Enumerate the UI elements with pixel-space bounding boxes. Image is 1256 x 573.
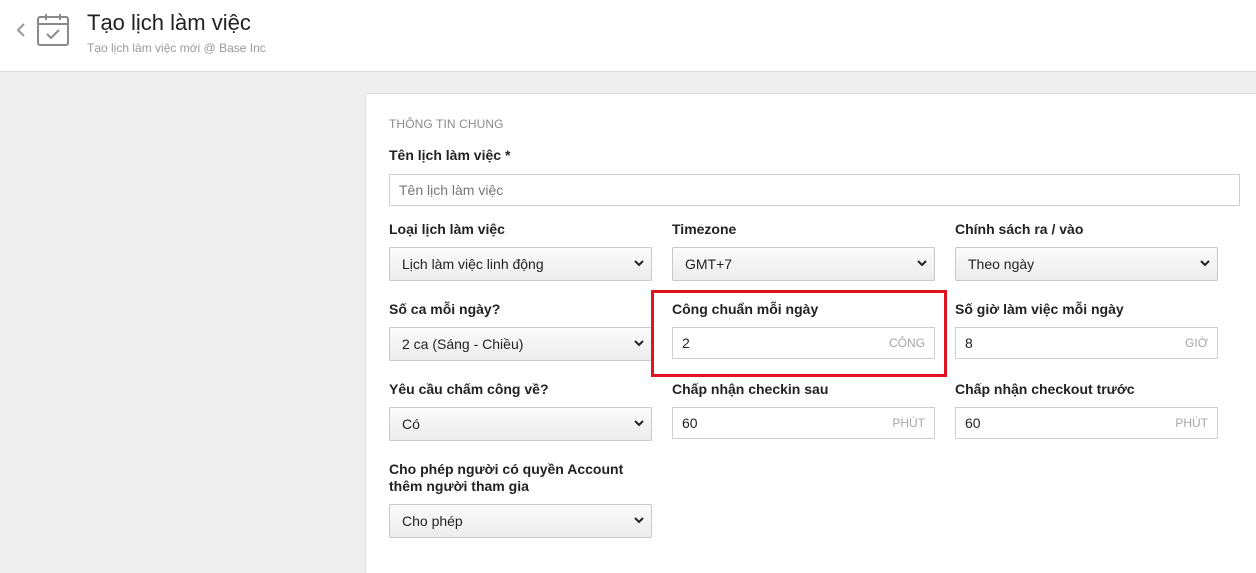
standard-work-input[interactable]: 2 CÔNG: [672, 327, 935, 359]
allow-account-label: Cho phép người có quyền Account thêm ngư…: [389, 461, 624, 494]
allow-account-select[interactable]: Cho phép: [389, 504, 652, 538]
policy-label: Chính sách ra / vào: [955, 221, 1084, 237]
hours-per-day-input[interactable]: 8 GIỜ: [955, 327, 1218, 359]
timezone-select[interactable]: GMT+7: [672, 247, 935, 281]
schedule-type-label: Loại lịch làm việc: [389, 221, 505, 237]
shifts-select[interactable]: 2 ca (Sáng - Chiều): [389, 327, 652, 361]
checkin-after-input[interactable]: 60 PHÚT: [672, 407, 935, 439]
checkout-before-label: Chấp nhận checkout trước: [955, 381, 1135, 397]
timezone-value: GMT+7: [685, 256, 733, 272]
chevron-down-icon: [634, 260, 644, 267]
name-label: Tên lịch làm việc *: [389, 147, 511, 163]
schedule-name-input[interactable]: [389, 174, 1240, 206]
chevron-left-icon[interactable]: [14, 21, 28, 39]
form-card: THÔNG TIN CHUNG Tên lịch làm việc * Loại…: [365, 93, 1256, 573]
chevron-down-icon: [634, 420, 644, 427]
checkin-after-value: 60: [682, 415, 698, 431]
checkout-required-select[interactable]: Có: [389, 407, 652, 441]
chevron-down-icon: [917, 260, 927, 267]
checkout-before-unit: PHÚT: [1175, 416, 1208, 430]
chevron-down-icon: [1200, 260, 1210, 267]
standard-work-unit: CÔNG: [889, 336, 925, 350]
allow-account-value: Cho phép: [402, 513, 463, 529]
standard-work-value: 2: [682, 335, 690, 351]
checkout-before-value: 60: [965, 415, 981, 431]
standard-work-label: Công chuẩn mỗi ngày: [672, 301, 819, 317]
timezone-label: Timezone: [672, 221, 737, 237]
schedule-type-select[interactable]: Lịch làm việc linh động: [389, 247, 652, 281]
chevron-down-icon: [634, 517, 644, 524]
chevron-down-icon: [634, 340, 644, 347]
page-subtitle: Tạo lịch làm việc mới @ Base Inc: [87, 41, 266, 55]
shifts-label: Số ca mỗi ngày?: [389, 301, 501, 317]
checkout-required-value: Có: [402, 416, 420, 432]
policy-select[interactable]: Theo ngày: [955, 247, 1218, 281]
calendar-check-icon: [37, 14, 69, 46]
page-header: Tạo lịch làm việc Tạo lịch làm việc mới …: [0, 0, 1256, 72]
hours-per-day-label: Số giờ làm việc mỗi ngày: [955, 301, 1124, 317]
policy-value: Theo ngày: [968, 256, 1035, 272]
hours-per-day-unit: GIỜ: [1185, 336, 1208, 350]
section-title: THÔNG TIN CHUNG: [389, 117, 504, 131]
shifts-value: 2 ca (Sáng - Chiều): [402, 336, 524, 352]
checkin-after-label: Chấp nhận checkin sau: [672, 381, 829, 397]
page-title: Tạo lịch làm việc: [87, 10, 251, 35]
checkin-after-unit: PHÚT: [892, 416, 925, 430]
schedule-type-value: Lịch làm việc linh động: [402, 256, 544, 272]
checkout-before-input[interactable]: 60 PHÚT: [955, 407, 1218, 439]
checkout-required-label: Yêu cầu chấm công về?: [389, 381, 549, 397]
hours-per-day-value: 8: [965, 335, 973, 351]
